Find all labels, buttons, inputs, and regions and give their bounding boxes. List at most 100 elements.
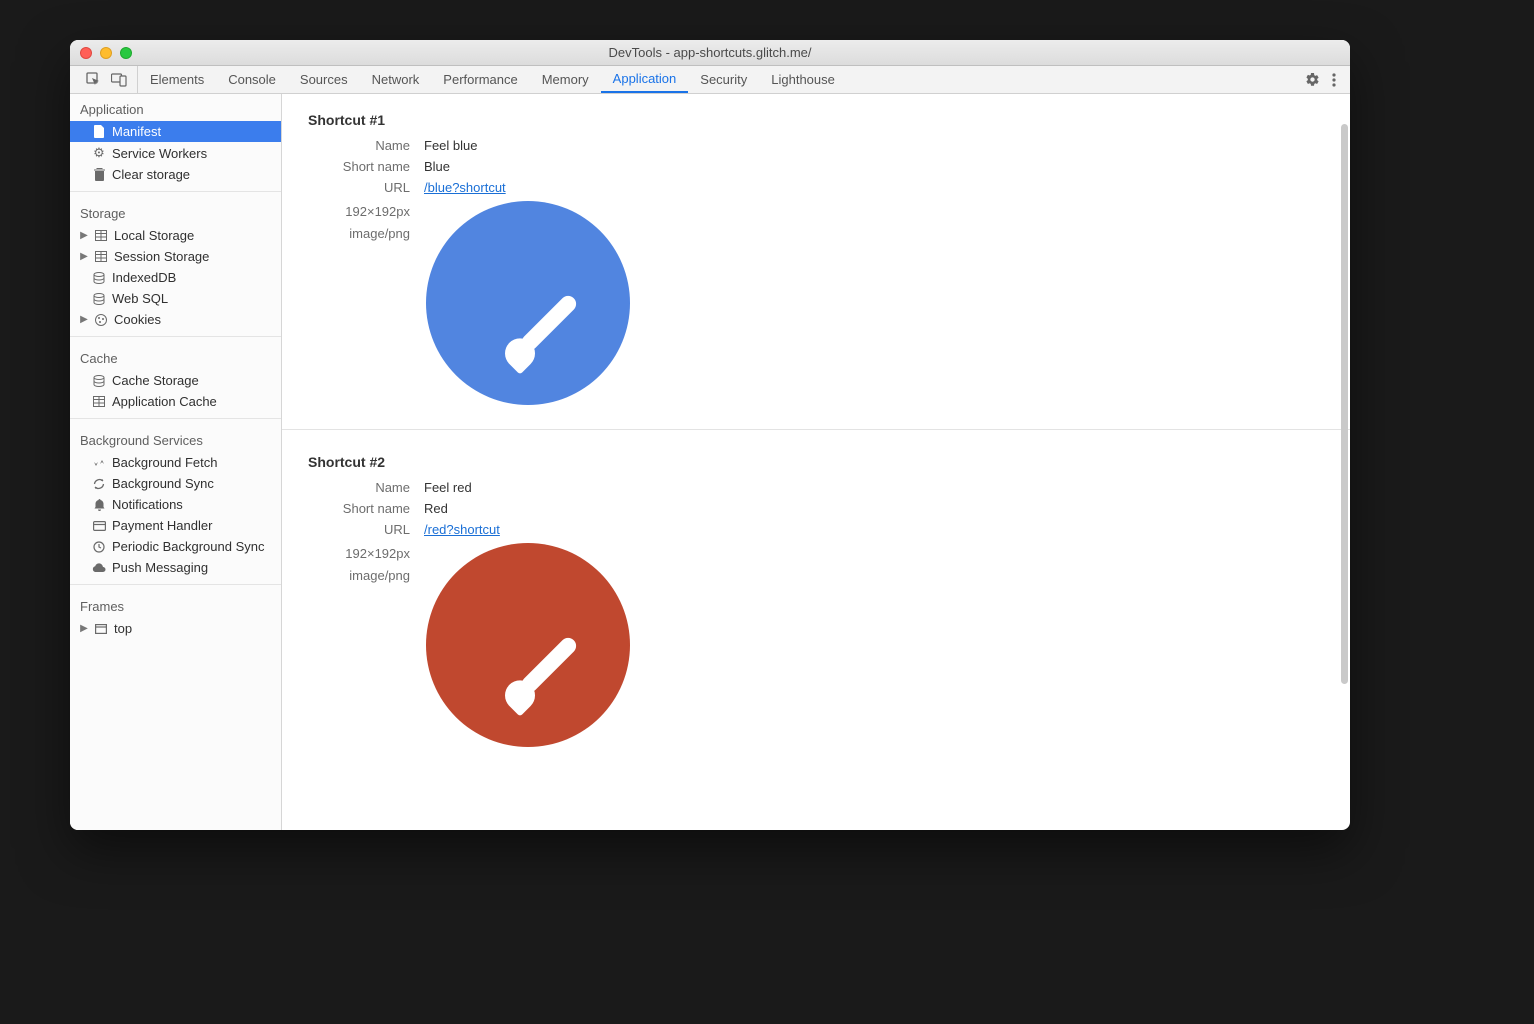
main-pane: Shortcut #1 Name Feel blue Short name Bl… <box>282 94 1350 830</box>
field-value-shortname: Blue <box>424 159 450 174</box>
sidebar-item-label: Application Cache <box>112 394 217 409</box>
field-label-url: URL <box>308 180 424 195</box>
minimize-icon[interactable] <box>100 47 112 59</box>
db-icon <box>92 272 106 284</box>
sidebar-item-indexeddb[interactable]: IndexedDB <box>70 267 281 288</box>
clock-icon <box>92 541 106 553</box>
chevron-right-icon: ▶ <box>80 251 88 262</box>
sidebar-item-label: Cookies <box>114 312 161 327</box>
shortcut-heading: Shortcut #1 <box>308 112 1324 128</box>
zoom-icon[interactable] <box>120 47 132 59</box>
grid-icon <box>92 396 106 407</box>
tab-security[interactable]: Security <box>688 66 759 93</box>
tab-sources[interactable]: Sources <box>288 66 360 93</box>
shortcut-url-link[interactable]: /red?shortcut <box>424 522 500 537</box>
field-value-name: Feel blue <box>424 138 477 153</box>
tab-application[interactable]: Application <box>601 66 689 93</box>
sidebar-item-cache-storage[interactable]: Cache Storage <box>70 370 281 391</box>
db-icon <box>92 375 106 387</box>
cloud-icon <box>92 563 106 573</box>
sidebar-item-websql[interactable]: Web SQL <box>70 288 281 309</box>
close-icon[interactable] <box>80 47 92 59</box>
icon-size: 192×192px <box>308 543 410 565</box>
sidebar-item-label: Payment Handler <box>112 518 212 533</box>
sidebar-group-cache: Cache <box>70 343 281 370</box>
field-value-shortname: Red <box>424 501 448 516</box>
sidebar-item-cookies[interactable]: ▶ Cookies <box>70 309 281 330</box>
sidebar-item-label: Background Fetch <box>112 455 218 470</box>
tab-network[interactable]: Network <box>360 66 432 93</box>
grid-icon <box>94 251 108 262</box>
grid-icon <box>94 230 108 241</box>
window-title: DevTools - app-shortcuts.glitch.me/ <box>70 45 1350 60</box>
cookie-icon <box>94 314 108 326</box>
devtools-window: DevTools - app-shortcuts.glitch.me/ Elem… <box>70 40 1350 830</box>
field-label-shortname: Short name <box>308 159 424 174</box>
icon-mime: image/png <box>308 223 410 245</box>
sidebar-item-notifications[interactable]: Notifications <box>70 494 281 515</box>
icon-size: 192×192px <box>308 201 410 223</box>
gear-icon[interactable] <box>1305 72 1320 87</box>
toolbar: Elements Console Sources Network Perform… <box>70 66 1350 94</box>
sidebar-item-background-sync[interactable]: Background Sync <box>70 473 281 494</box>
tab-elements[interactable]: Elements <box>138 66 216 93</box>
sidebar-item-application-cache[interactable]: Application Cache <box>70 391 281 412</box>
sidebar-item-label: Manifest <box>112 124 161 139</box>
field-label-name: Name <box>308 480 424 495</box>
tab-lighthouse[interactable]: Lighthouse <box>759 66 847 93</box>
sidebar-item-session-storage[interactable]: ▶ Session Storage <box>70 246 281 267</box>
scrollbar[interactable] <box>1341 124 1348 684</box>
chevron-right-icon: ▶ <box>80 623 88 634</box>
brush-icon <box>519 635 580 696</box>
more-icon[interactable] <box>1332 73 1336 87</box>
shortcut-icon-preview <box>426 543 630 747</box>
fetch-icon <box>92 457 106 469</box>
sidebar-group-storage: Storage <box>70 198 281 225</box>
field-label-shortname: Short name <box>308 501 424 516</box>
sidebar-item-manifest[interactable]: Manifest <box>70 121 281 142</box>
sidebar-item-label: top <box>114 621 132 636</box>
titlebar: DevTools - app-shortcuts.glitch.me/ <box>70 40 1350 66</box>
device-toggle-icon[interactable] <box>111 73 127 87</box>
sidebar-item-label: IndexedDB <box>112 270 176 285</box>
sidebar: Application Manifest ⚙ Service Workers C… <box>70 94 282 830</box>
db-icon <box>92 293 106 305</box>
sidebar-item-push-messaging[interactable]: Push Messaging <box>70 557 281 578</box>
bell-icon <box>92 499 106 511</box>
trash-icon <box>92 168 106 181</box>
sidebar-item-label: Session Storage <box>114 249 209 264</box>
sidebar-item-label: Local Storage <box>114 228 194 243</box>
field-label-url: URL <box>308 522 424 537</box>
panel-tabs: Elements Console Sources Network Perform… <box>138 66 847 93</box>
sync-icon <box>92 478 106 490</box>
sidebar-item-periodic-sync[interactable]: Periodic Background Sync <box>70 536 281 557</box>
sidebar-item-label: Push Messaging <box>112 560 208 575</box>
tab-console[interactable]: Console <box>216 66 288 93</box>
sidebar-item-top[interactable]: ▶ top <box>70 618 281 639</box>
sidebar-item-local-storage[interactable]: ▶ Local Storage <box>70 225 281 246</box>
card-icon <box>92 521 106 531</box>
sidebar-item-label: Web SQL <box>112 291 168 306</box>
icon-mime: image/png <box>308 565 410 587</box>
shortcut-url-link[interactable]: /blue?shortcut <box>424 180 506 195</box>
sidebar-item-payment-handler[interactable]: Payment Handler <box>70 515 281 536</box>
frame-icon <box>94 624 108 634</box>
chevron-right-icon: ▶ <box>80 230 88 241</box>
field-label-name: Name <box>308 138 424 153</box>
sidebar-item-background-fetch[interactable]: Background Fetch <box>70 452 281 473</box>
tab-performance[interactable]: Performance <box>431 66 529 93</box>
field-value-name: Feel red <box>424 480 472 495</box>
sidebar-item-label: Background Sync <box>112 476 214 491</box>
sidebar-group-frames: Frames <box>70 591 281 618</box>
sidebar-item-label: Service Workers <box>112 146 207 161</box>
sidebar-item-clear-storage[interactable]: Clear storage <box>70 164 281 185</box>
sidebar-item-label: Periodic Background Sync <box>112 539 264 554</box>
sidebar-item-label: Notifications <box>112 497 183 512</box>
sidebar-item-label: Clear storage <box>112 167 190 182</box>
tab-memory[interactable]: Memory <box>530 66 601 93</box>
inspect-icon[interactable] <box>86 72 101 87</box>
chevron-right-icon: ▶ <box>80 314 88 325</box>
brush-icon <box>519 293 580 354</box>
sidebar-group-application: Application <box>70 94 281 121</box>
sidebar-item-service-workers[interactable]: ⚙ Service Workers <box>70 142 281 164</box>
